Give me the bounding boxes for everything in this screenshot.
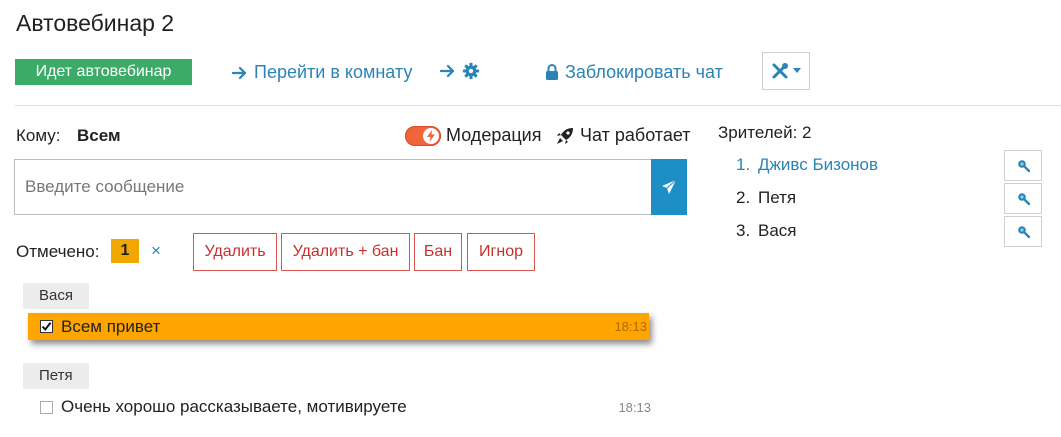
viewer-name: Вася	[758, 221, 797, 240]
viewer-number: 3.	[736, 221, 751, 240]
viewer-item[interactable]: 1. Дживс Бизонов	[736, 155, 878, 175]
message-author: Вася	[23, 283, 89, 309]
message-input[interactable]	[14, 159, 652, 215]
chat-status-indicator: Чат работает	[556, 125, 691, 146]
arrow-right-icon	[440, 64, 455, 78]
viewer-item[interactable]: 2. Петя	[736, 188, 796, 208]
message-text: Очень хорошо рассказываете, мотивируете	[61, 397, 407, 416]
gear-icon	[462, 62, 480, 80]
viewer-name: Петя	[758, 188, 797, 207]
marked-count-badge: 1	[111, 239, 139, 263]
send-button[interactable]	[651, 159, 687, 215]
recipient-value[interactable]: Всем	[77, 126, 121, 146]
ignore-button[interactable]: Игнор	[467, 233, 535, 271]
search-icon	[1017, 160, 1030, 172]
tools-dropdown-button[interactable]	[762, 52, 810, 90]
viewer-number: 1.	[736, 155, 751, 174]
lock-chat-link[interactable]: Заблокировать чат	[545, 62, 723, 83]
message-checkbox[interactable]	[40, 320, 53, 333]
paper-plane-icon	[662, 179, 677, 194]
autowebinar-status-button[interactable]: Идет автовебинар	[15, 59, 192, 85]
viewers-count-label: Зрителей: 2	[718, 123, 812, 142]
ban-button[interactable]: Бан	[414, 233, 462, 271]
arrow-right-icon	[232, 66, 247, 79]
delete-button[interactable]: Удалить	[193, 233, 277, 271]
message-text: Всем привет	[61, 316, 161, 336]
go-to-room-link[interactable]: Перейти в комнату	[232, 62, 412, 83]
go-to-room-label: Перейти в комнату	[254, 62, 413, 82]
delete-ban-button[interactable]: Удалить + бан	[281, 233, 410, 271]
search-icon	[1017, 193, 1030, 205]
search-icon	[1017, 226, 1030, 238]
lock-icon	[546, 64, 558, 80]
page-title: Автовебинар 2	[16, 10, 175, 36]
viewer-search-button[interactable]	[1004, 150, 1042, 181]
marked-label: Отмечено:	[16, 242, 100, 261]
moderation-toggle[interactable]	[405, 126, 441, 146]
message-item[interactable]: Очень хорошо рассказываете, мотивируете …	[28, 394, 651, 420]
moderation-label: Модерация	[446, 125, 542, 145]
checkmark-icon	[41, 322, 52, 332]
rocket-icon	[557, 127, 573, 144]
message-item-selected[interactable]: Всем привет 18:13	[28, 313, 649, 340]
header-divider	[15, 105, 1061, 106]
room-settings-link[interactable]	[440, 62, 480, 80]
message-author: Петя	[23, 363, 89, 389]
recipient-label: Кому:	[16, 126, 61, 145]
lock-chat-label: Заблокировать чат	[565, 62, 723, 82]
chevron-down-icon	[793, 68, 801, 73]
chat-status-label: Чат работает	[580, 125, 691, 145]
message-checkbox[interactable]	[40, 400, 53, 414]
message-time: 18:13	[614, 319, 647, 334]
viewer-item[interactable]: 3. Вася	[736, 221, 797, 241]
viewer-search-button[interactable]	[1004, 216, 1042, 247]
viewer-search-button[interactable]	[1004, 183, 1042, 214]
message-time: 18:13	[618, 399, 651, 415]
clear-selection-button[interactable]: ×	[151, 241, 161, 261]
viewer-name: Дживс Бизонов	[758, 155, 879, 174]
tools-icon	[772, 63, 788, 79]
toggle-knob	[423, 128, 439, 144]
lightning-icon	[427, 130, 435, 142]
viewer-number: 2.	[736, 188, 751, 207]
